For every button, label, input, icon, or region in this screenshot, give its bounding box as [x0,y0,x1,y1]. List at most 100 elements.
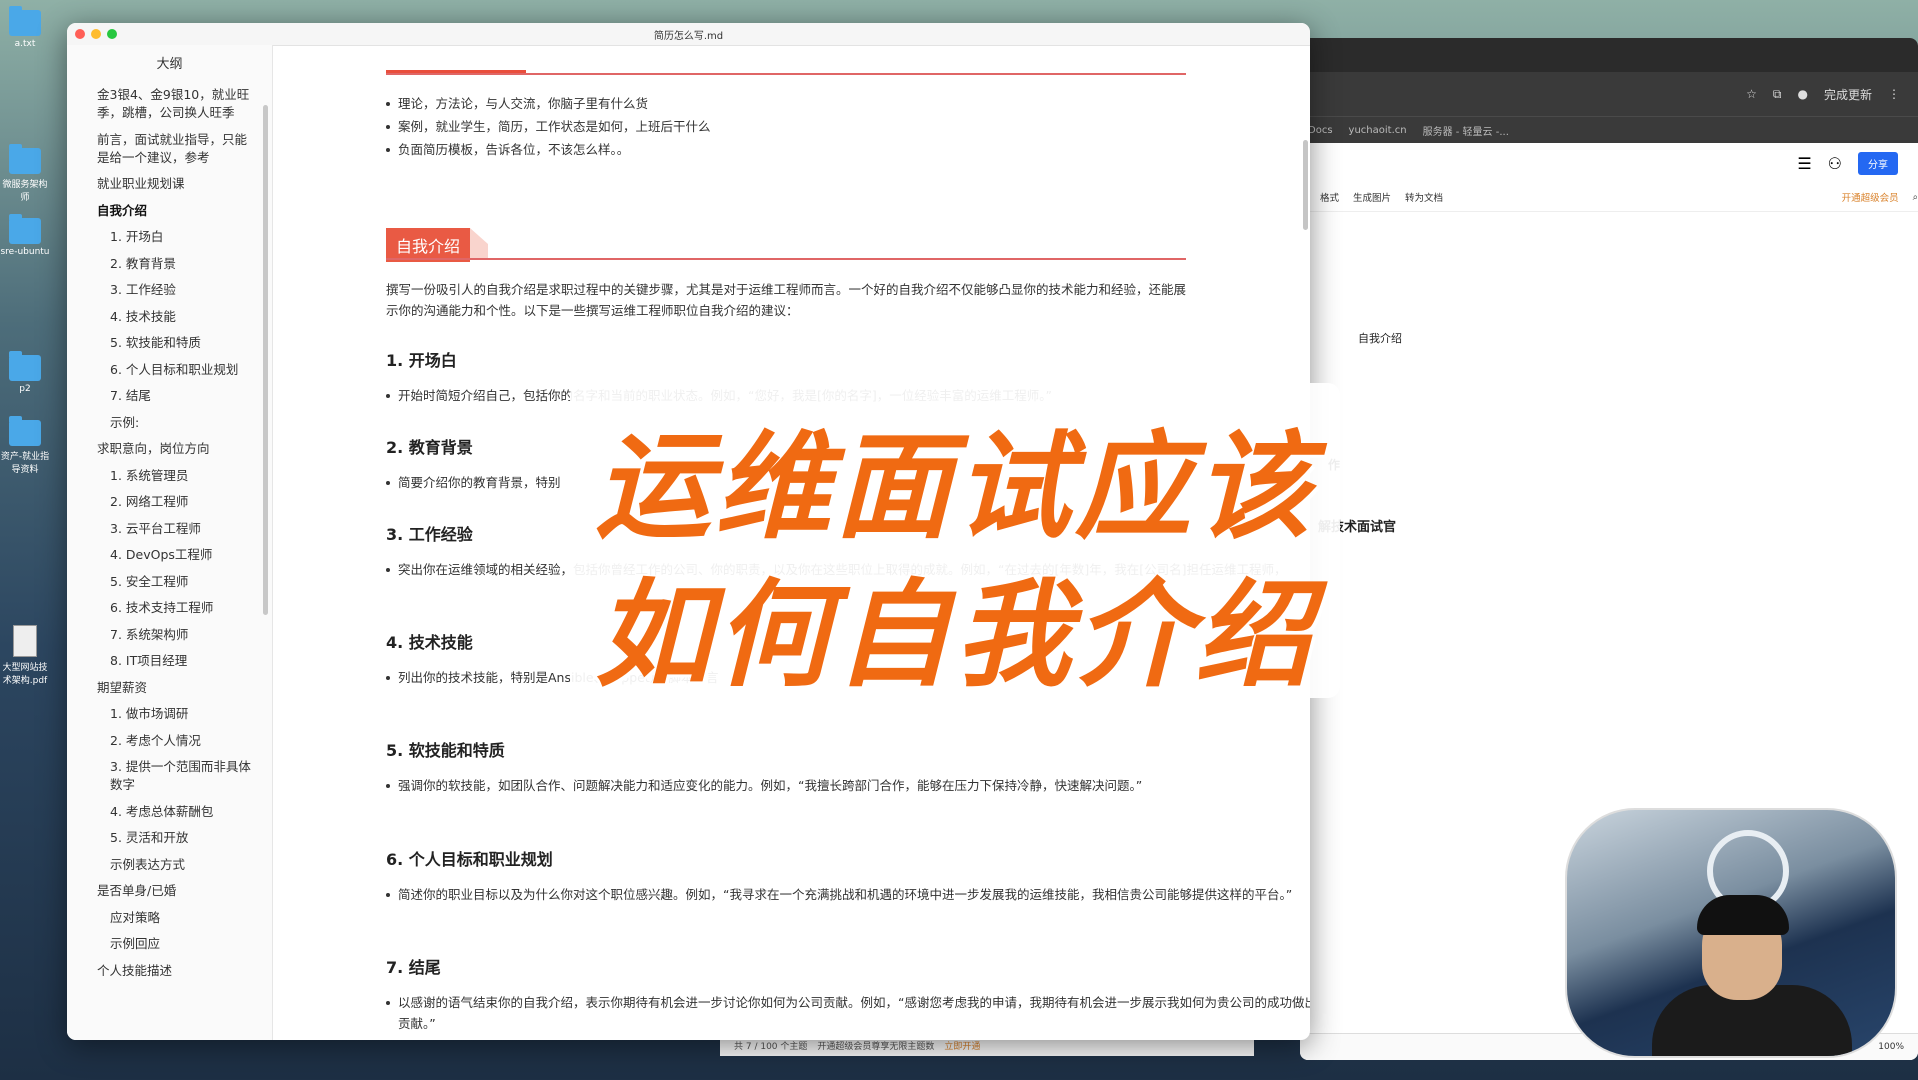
list-item: 以感谢的语气结束你的自我介绍，表示你期待有机会进一步讨论你如何为公司贡献。例如，… [386,992,1310,1034]
webcam-video [1565,808,1897,1058]
window-title: 简历怎么写.md [653,31,724,42]
section-tag: 自我介绍 [386,228,489,262]
presenter-hair [1697,895,1789,935]
outline-item[interactable]: 2. 网络工程师 [97,493,258,511]
outline-item[interactable]: 就业职业规划课 [97,175,258,193]
outline-item[interactable]: 示例表达方式 [97,856,258,874]
list-item: 理论，方法论，与人交流，你脑子里有什么货 [386,93,711,114]
desktop-icon-label: 资产-就业指导资料 [0,452,50,475]
profile-icon[interactable]: ● [1798,87,1808,101]
outline-item[interactable]: 1. 系统管理员 [97,467,258,485]
topic-count: 共 7 / 100 个主题 [734,1041,808,1052]
title-bar: 简历怎么写.md [67,23,1310,46]
share-button[interactable]: 分享 [1858,151,1898,175]
outline-item[interactable]: 8. IT项目经理 [97,652,258,670]
desktop-pdf-icon[interactable]: 大型网站技术架构.pdf [0,625,50,686]
mindmap-node[interactable]: 自我介绍 [1358,330,1402,346]
format-bar: 格式 生成图片 转为文档 开通超级会员 ⌕ [1300,183,1918,212]
outline-item[interactable]: 1. 开场白 [97,228,258,246]
browser-tab-bar [1300,38,1918,72]
menu-icon[interactable]: ⋮ [1888,87,1900,101]
outline-item[interactable]: 个人技能描述 [97,962,258,980]
outline-item[interactable]: 4. DevOps工程师 [97,546,258,564]
outline-title: 大纲 [156,57,183,72]
browser-toolbar: ☆ ⧉ ● 完成更新 ⋮ [1300,72,1918,116]
list-icon[interactable]: ☰ [1797,154,1811,173]
section-heading: 1. 开场白 [386,351,457,370]
section-heading: 3. 工作经验 [386,525,473,544]
desktop-icon-label: sre-ubuntu [0,247,50,257]
convert-doc-button[interactable]: 转为文档 [1405,190,1443,204]
promo-text: 开通超级会员尊享无限主题数 [817,1041,935,1052]
bookmark-item[interactable]: Docs [1308,125,1333,136]
outline-item[interactable]: 5. 安全工程师 [97,573,258,591]
desktop-icon-label: p2 [19,384,31,394]
section-heading: 7. 结尾 [386,958,441,977]
outline-item[interactable]: 7. 系统架构师 [97,626,258,644]
content-scrollbar[interactable] [1303,140,1308,230]
star-icon[interactable]: ☆ [1746,87,1757,101]
doc-toolbar: ☰ ⚇ 分享 [1300,143,1918,183]
list-item: 负面简历模板，告诉各位，不该怎么样。。 [386,139,711,160]
section-heading: 2. 教育背景 [386,438,473,457]
overlay-line-1: 运维面试应该 [595,420,1315,555]
outline-item[interactable]: 4. 技术技能 [97,308,258,326]
outline-item[interactable]: 3. 云平台工程师 [97,520,258,538]
outline-item[interactable]: 期望薪资 [97,679,258,697]
outline-item[interactable]: 示例: [97,414,258,432]
outline-item[interactable]: 5. 灵活和开放 [97,829,258,847]
outline-list: 金3银4、金9银10，就业旺季，跳槽，公司换人旺季 前言，面试就业指导，只能是给一… [67,86,272,980]
outline-item[interactable]: 5. 软技能和特质 [97,334,258,352]
format-button[interactable]: 格式 [1320,190,1339,204]
section-heading: 4. 技术技能 [386,633,473,652]
add-user-icon[interactable]: ⚇ [1828,154,1842,173]
desktop-folder-icon[interactable]: 资产-就业指导资料 [0,416,50,475]
zoom-level[interactable]: 100% [1878,1042,1904,1052]
outline-item[interactable]: 3. 工作经验 [97,281,258,299]
desktop-file-icon[interactable]: a.txt [0,6,50,49]
desktop-icon-label: 微服务架构师 [2,180,48,203]
outline-item[interactable]: 2. 教育背景 [97,255,258,273]
outline-item[interactable]: 求职意向，岗位方向 [97,440,258,458]
divider [386,73,1186,75]
outline-item[interactable]: 应对策略 [97,909,258,927]
section-heading: 6. 个人目标和职业规划 [386,850,553,869]
sidebar-scrollbar[interactable] [263,105,268,615]
video-title-overlay: 运维面试应该 如何自我介绍 [570,383,1340,703]
desktop-icon-label: a.txt [14,39,36,49]
desktop-folder-icon[interactable]: sre-ubuntu [0,214,50,257]
outline-item[interactable]: 2. 考虑个人情况 [97,732,258,750]
outline-item[interactable]: 3. 提供一个范围而非具体数字 [97,758,258,794]
intro-bullets: 理论，方法论，与人交流，你脑子里有什么货 案例，就业学生，简历，工作状态是如何，… [273,93,711,160]
intro-paragraph: 撰写一份吸引人的自我介绍是求职过程中的关键步骤，尤其是对于运维工程师而言。一个好… [386,282,1187,318]
outline-item[interactable]: 7. 结尾 [97,387,258,405]
section-heading: 5. 软技能和特质 [386,741,505,760]
bookmark-item[interactable]: yuchaoit.cn [1349,125,1407,136]
bookmark-item[interactable]: 服务器 - 轻量云 -... [1423,123,1509,138]
outline-item[interactable]: 是否单身/已婚 [97,882,258,900]
outline-item[interactable]: 前言，面试就业指导，只能是给一个建议，参考 [97,131,258,167]
generate-image-button[interactable]: 生成图片 [1353,190,1391,204]
extension-icon[interactable]: ⧉ [1773,87,1782,102]
search-icon[interactable]: ⌕ [1913,192,1918,203]
list-item: 强调你的软技能，如团队合作、问题解决能力和适应变化的能力。例如，“我擅长跨部门合… [386,775,1310,796]
list-item: 简述你的职业目标以及为什么你对这个职位感兴趣。例如，“我寻求在一个充满挑战和机遇… [386,884,1310,905]
outline-item[interactable]: 金3银4、金9银10，就业旺季，跳槽，公司换人旺季 [97,86,258,122]
update-button[interactable]: 完成更新 [1824,86,1872,103]
outline-item[interactable]: 6. 个人目标和职业规划 [97,361,258,379]
outline-item[interactable]: 1. 做市场调研 [97,705,258,723]
outline-sidebar: 大纲 金3银4、金9银10，就业旺季，跳槽，公司换人旺季 前言，面试就业指导，只能… [67,45,273,1040]
outline-item[interactable]: 示例回应 [97,935,258,953]
desktop-folder-icon[interactable]: 微服务架构师 [0,144,50,203]
vip-link[interactable]: 开通超级会员 [1842,190,1899,204]
section-banner: 自我介绍 [386,228,1186,262]
outline-item[interactable]: 6. 技术支持工程师 [97,599,258,617]
desktop-icon-label: 大型网站技术架构.pdf [2,663,48,686]
outline-item[interactable]: 自我介绍 [97,202,258,220]
bookmarks-bar: Docs yuchaoit.cn 服务器 - 轻量云 -... [1300,116,1918,143]
list-item: 案例，就业学生，简历，工作状态是如何，上班后干什么 [386,116,711,137]
desktop-folder-icon[interactable]: p2 [0,351,50,394]
overlay-line-2: 如何自我介绍 [595,568,1315,703]
outline-item[interactable]: 4. 考虑总体薪酬包 [97,803,258,821]
promo-action-link[interactable]: 立即开通 [944,1039,980,1052]
